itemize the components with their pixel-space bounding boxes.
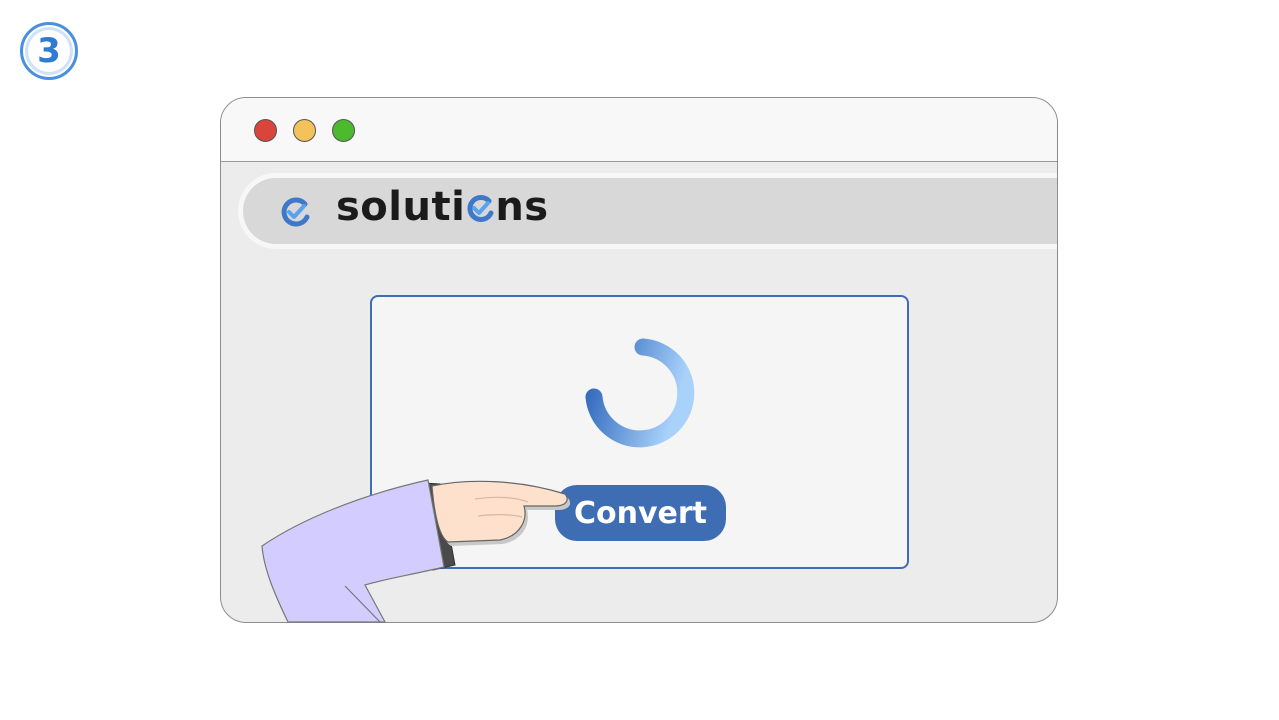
browser-titlebar xyxy=(221,98,1057,162)
site-name: soluti ns xyxy=(336,184,549,230)
check-circle-icon xyxy=(281,197,310,227)
minimize-window-button[interactable] xyxy=(293,119,316,142)
convert-button[interactable]: Convert xyxy=(555,485,726,541)
maximize-window-button[interactable] xyxy=(332,119,355,142)
step-number-badge: 3 xyxy=(20,22,78,80)
address-bar[interactable]: soluti ns xyxy=(243,178,1057,244)
close-window-button[interactable] xyxy=(254,119,277,142)
browser-window: soluti ns Convert xyxy=(220,97,1058,623)
step-number: 3 xyxy=(37,31,61,71)
site-name-start: soluti xyxy=(336,184,466,230)
logo-o-check-icon xyxy=(467,195,494,222)
loading-spinner-icon xyxy=(585,338,695,448)
site-name-end: ns xyxy=(495,184,549,230)
conversion-panel: Convert xyxy=(370,295,909,569)
